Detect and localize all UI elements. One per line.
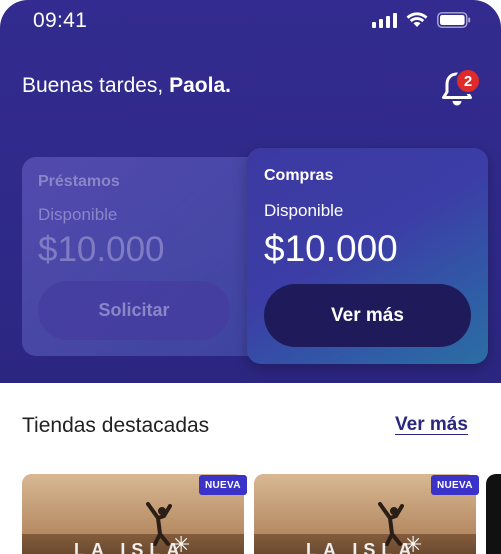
card-prestamos[interactable]: Préstamos Disponible $10.000 Solicitar	[22, 157, 264, 356]
wifi-icon	[406, 12, 428, 28]
card-title: Préstamos	[38, 173, 120, 190]
notification-badge: 2	[455, 68, 481, 94]
card-amount: $10.000	[38, 230, 165, 269]
card-label: Disponible	[264, 201, 344, 220]
new-badge: NUEVA	[199, 475, 247, 495]
signal-icon	[372, 12, 397, 28]
palm-icon: ✳	[404, 532, 423, 554]
section-title: Tiendas destacadas	[22, 414, 210, 437]
solicitar-button[interactable]: Solicitar	[38, 281, 230, 340]
card-label: Disponible	[38, 205, 118, 224]
card-compras[interactable]: Compras Disponible $10.000 Ver más	[247, 148, 488, 364]
status-icons	[372, 12, 471, 28]
card-amount: $10.000	[264, 228, 398, 269]
palm-icon: ✳	[172, 532, 191, 554]
card-title: Compras	[264, 167, 334, 184]
header-panel: 09:41 Buenas tardes, Paola. 2 Préstamos …	[0, 0, 501, 383]
store-card[interactable]	[486, 474, 501, 554]
ver-mas-button[interactable]: Ver más	[264, 284, 471, 347]
store-logo: LA ISLA	[74, 540, 186, 554]
battery-icon	[437, 12, 471, 28]
new-badge: NUEVA	[431, 475, 479, 495]
greeting-prefix: Buenas tardes,	[22, 74, 170, 97]
greeting: Buenas tardes, Paola.	[22, 74, 231, 98]
store-logo: LA ISLA	[306, 540, 418, 554]
status-time: 09:41	[33, 9, 88, 32]
user-name: Paola.	[169, 74, 231, 97]
ver-mas-stores-link[interactable]: Ver más	[395, 414, 468, 436]
